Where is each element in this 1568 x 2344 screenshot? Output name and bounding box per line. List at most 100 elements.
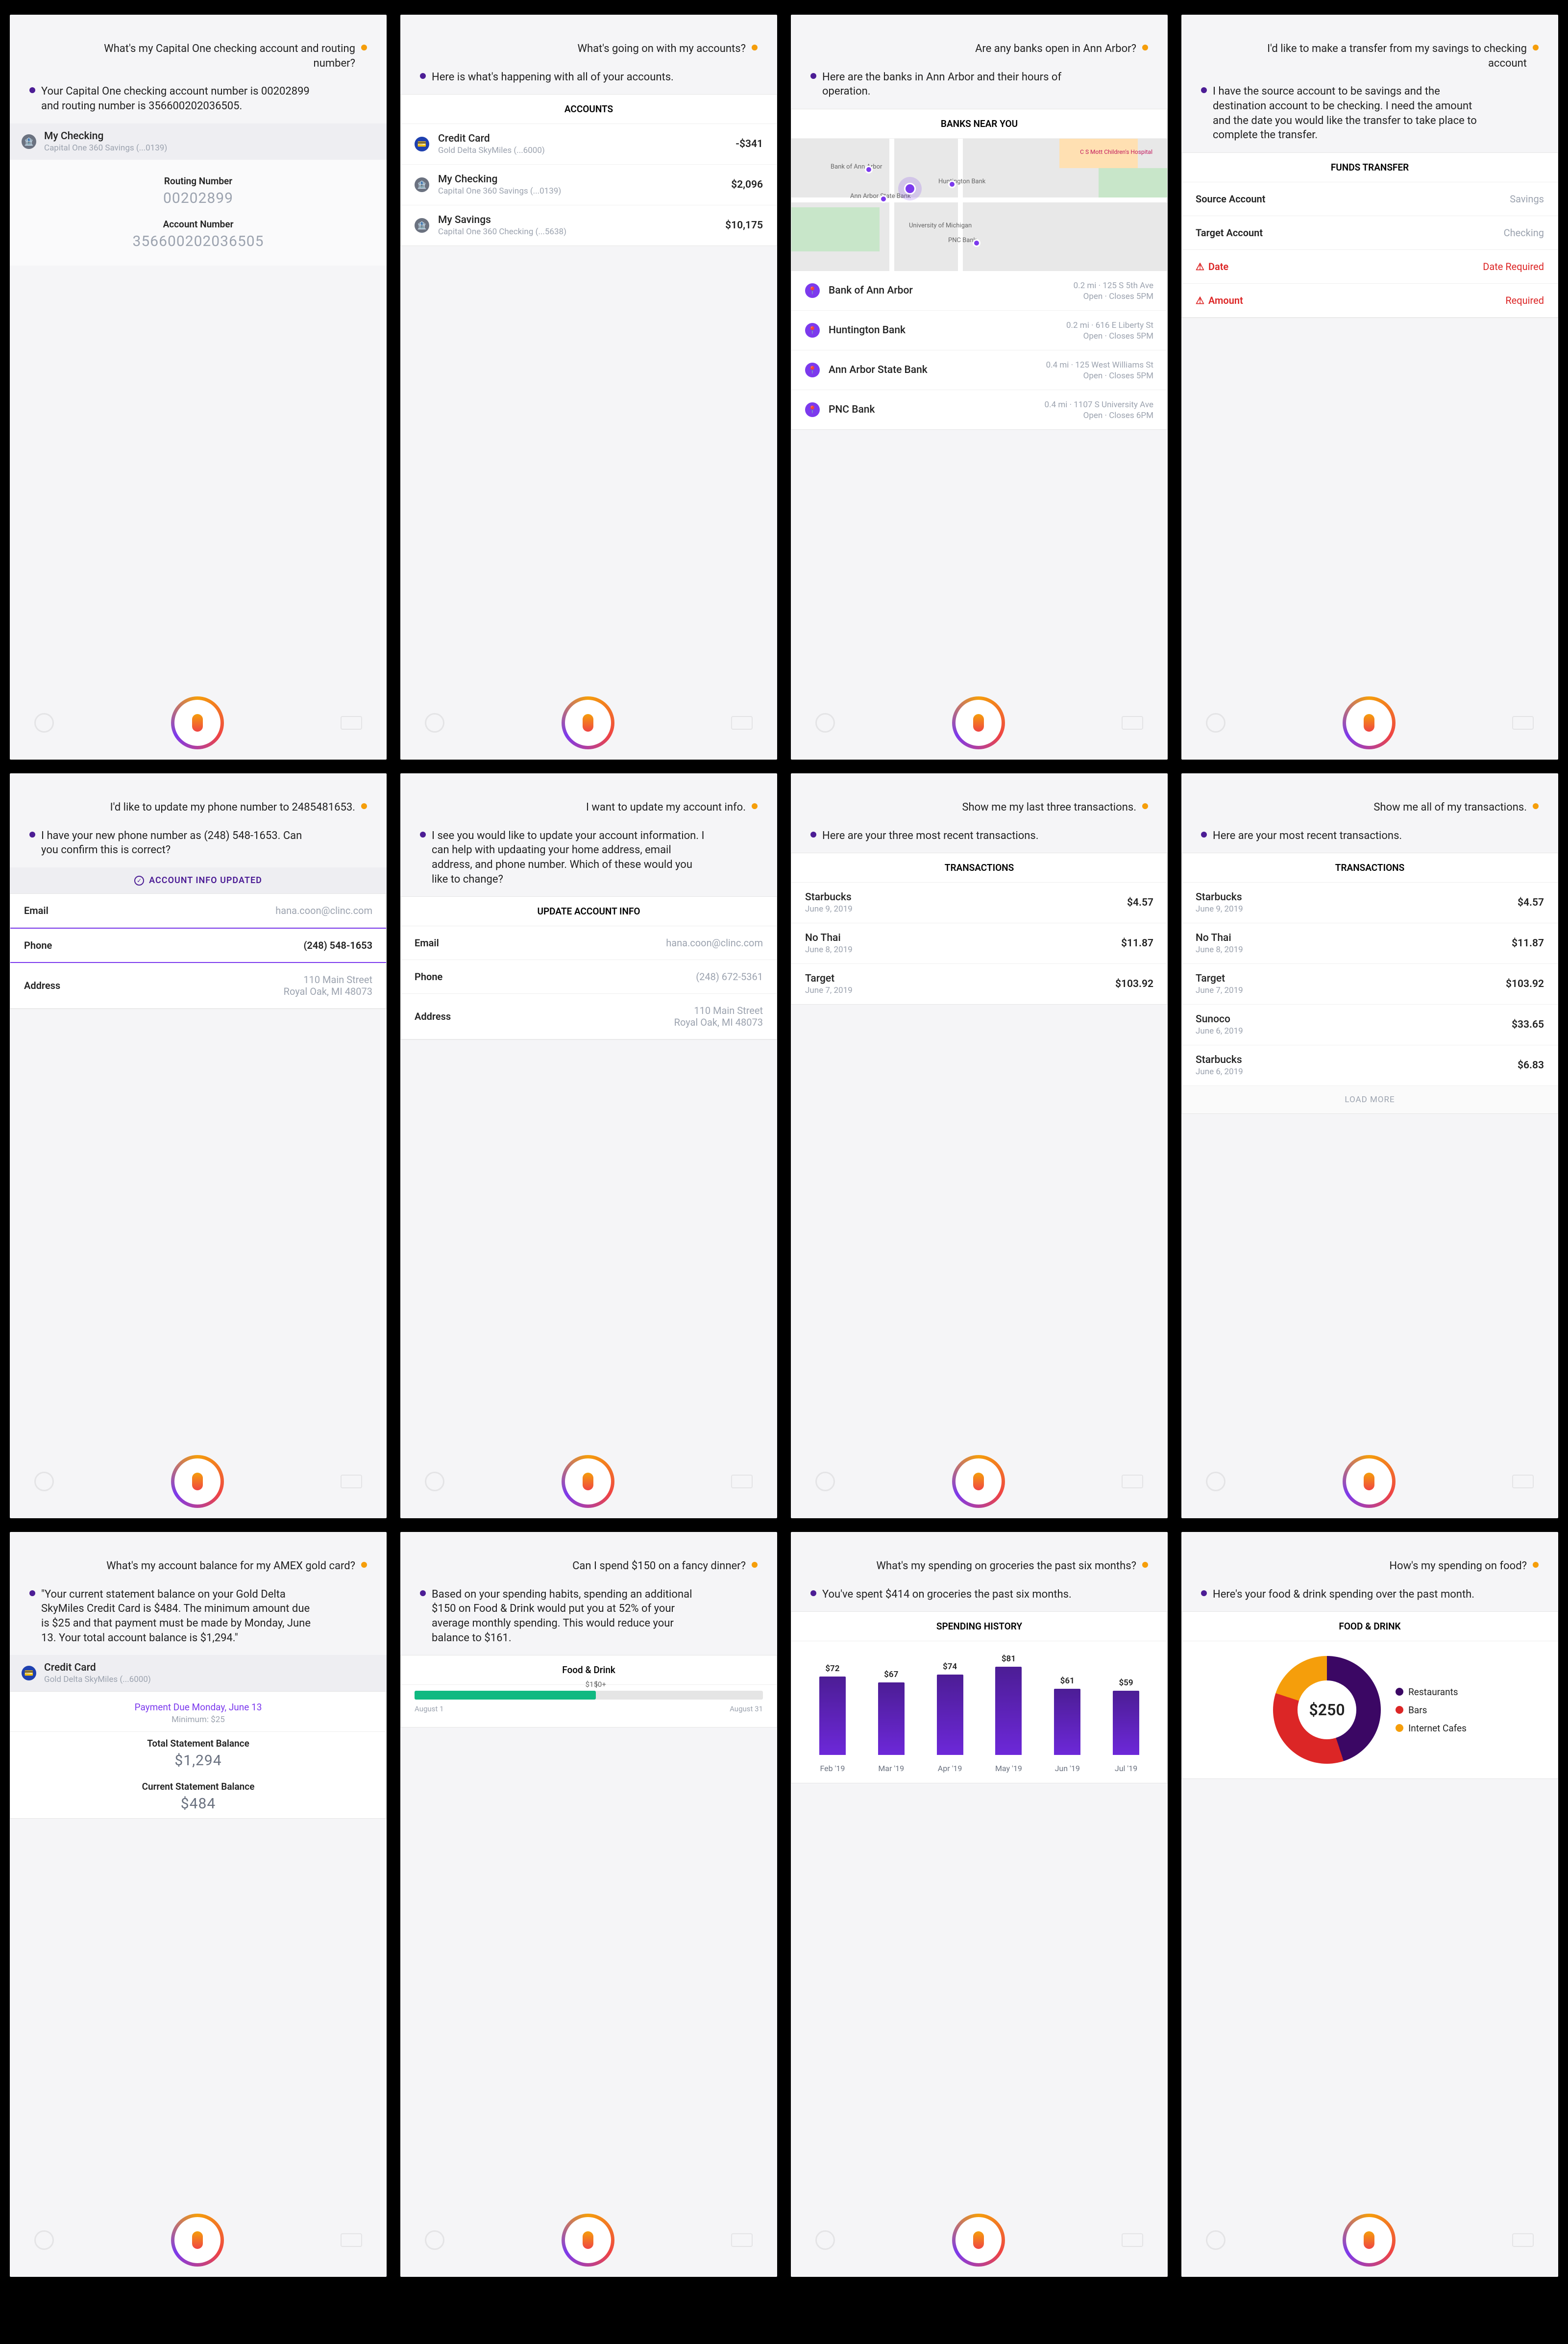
bar [995, 1667, 1022, 1755]
mic-button[interactable] [1345, 1457, 1394, 1506]
settings-icon[interactable] [34, 2230, 54, 2250]
transaction-row[interactable]: No ThaiJune 8, 2019$11.87 [791, 923, 1167, 964]
legend-item: Internet Cafes [1396, 1723, 1467, 1734]
mic-button[interactable] [1345, 2216, 1394, 2265]
user-dot-icon [752, 803, 758, 809]
transaction-row[interactable]: TargetJune 7, 2019$103.92 [791, 964, 1167, 1004]
panel-title: ACCOUNTS [401, 95, 777, 124]
settings-icon[interactable] [1206, 2230, 1225, 2250]
keyboard-icon[interactable] [1512, 1475, 1534, 1488]
keyboard-icon[interactable] [1122, 2233, 1143, 2247]
load-more-button[interactable]: LOAD MORE [1182, 1086, 1558, 1113]
settings-icon[interactable] [34, 713, 54, 733]
settings-icon[interactable] [1206, 713, 1225, 733]
map-pin-current-icon[interactable] [904, 183, 916, 195]
bank-icon: 🏦 [415, 218, 429, 233]
email-field[interactable]: Emailhana.coon@clinc.com [10, 894, 386, 928]
mic-button[interactable] [954, 1457, 1003, 1506]
mic-button[interactable] [564, 2216, 612, 2265]
status-badge: ✓ ACCOUNT INFO UPDATED [10, 867, 387, 893]
mic-button[interactable] [173, 1457, 222, 1506]
user-dot-icon [752, 1562, 758, 1568]
account-row[interactable]: 🏦My CheckingCapital One 360 Savings (...… [401, 165, 777, 205]
transaction-row[interactable]: No ThaiJune 8, 2019$11.87 [1182, 923, 1558, 964]
settings-icon[interactable] [425, 1472, 444, 1491]
map-pin-icon[interactable] [880, 195, 887, 203]
user-dot-icon [752, 45, 758, 50]
screen-funds-transfer: I'd like to make a transfer from my savi… [1181, 15, 1558, 760]
keyboard-icon[interactable] [1122, 716, 1143, 730]
bar [1054, 1689, 1080, 1755]
bot-dot-icon [810, 1590, 816, 1596]
bar [1113, 1691, 1139, 1755]
keyboard-icon[interactable] [341, 716, 362, 730]
credit-card-header[interactable]: 💳 Credit CardGold Delta SkyMiles (...600… [10, 1655, 387, 1691]
account-card[interactable]: 🏦 My Checking Capital One 360 Savings (.… [10, 123, 387, 160]
bot-dot-icon [1201, 832, 1207, 838]
progress-fill [415, 1691, 596, 1700]
mic-button[interactable] [564, 698, 612, 747]
mic-button[interactable] [173, 2216, 222, 2265]
routing-value: 00202899 [10, 190, 387, 207]
settings-icon[interactable] [425, 2230, 444, 2250]
keyboard-icon[interactable] [341, 1475, 362, 1488]
address-field[interactable]: Address110 Main StreetRoyal Oak, MI 4807… [10, 963, 386, 1009]
mic-button[interactable] [564, 1457, 612, 1506]
bank-row[interactable]: 📍Bank of Ann Arbor 0.2 mi · 125 S 5th Av… [791, 271, 1167, 311]
phone-field[interactable]: Phone(248) 672-5361 [401, 960, 777, 994]
mic-button[interactable] [1345, 698, 1394, 747]
keyboard-icon[interactable] [731, 1475, 753, 1488]
keyboard-icon[interactable] [731, 716, 753, 730]
keyboard-icon[interactable] [731, 2233, 753, 2247]
email-field[interactable]: Emailhana.coon@clinc.com [401, 926, 777, 960]
warning-icon: ⚠ [1196, 261, 1204, 272]
bank-row[interactable]: 📍Huntington Bank 0.2 mi · 616 E Liberty … [791, 311, 1167, 350]
settings-icon[interactable] [1206, 1472, 1225, 1491]
settings-icon[interactable] [815, 1472, 835, 1491]
screen-routing-number: What's my Capital One checking account a… [10, 15, 387, 760]
keyboard-icon[interactable] [1122, 1475, 1143, 1488]
pin-icon: 📍 [805, 283, 820, 298]
account-row[interactable]: 🏦My SavingsCapital One 360 Checking (...… [401, 205, 777, 246]
bot-dot-icon [810, 73, 816, 79]
keyboard-icon[interactable] [341, 2233, 362, 2247]
bot-dot-icon [29, 87, 35, 93]
mic-button[interactable] [954, 698, 1003, 747]
address-field[interactable]: Address110 Main StreetRoyal Oak, MI 4807… [401, 994, 777, 1039]
user-dot-icon [1142, 803, 1148, 809]
transaction-row[interactable]: StarbucksJune 6, 2019$6.83 [1182, 1045, 1558, 1086]
transaction-row[interactable]: StarbucksJune 9, 2019$4.57 [791, 883, 1167, 923]
account-number-value: 356600202036505 [10, 233, 387, 250]
transaction-row[interactable]: TargetJune 7, 2019$103.92 [1182, 964, 1558, 1005]
settings-icon[interactable] [815, 2230, 835, 2250]
map-pin-icon[interactable] [948, 180, 956, 188]
settings-icon[interactable] [815, 713, 835, 733]
legend-dot-icon [1396, 1706, 1403, 1714]
transaction-row[interactable]: SunocoJune 6, 2019$33.65 [1182, 1005, 1558, 1045]
minimum-note: Minimum: $25 [10, 1715, 386, 1731]
map-view[interactable]: Bank of Ann Arbor Ann Arbor State Bank H… [791, 139, 1167, 271]
mic-button[interactable] [173, 698, 222, 747]
phone-field-highlighted[interactable]: Phone(248) 548-1653 [10, 928, 386, 963]
bar [819, 1677, 846, 1755]
user-message: What's my Capital One checking account a… [29, 42, 367, 71]
settings-icon[interactable] [34, 1472, 54, 1491]
keyboard-icon[interactable] [1512, 2233, 1534, 2247]
amount-field[interactable]: ⚠AmountRequired [1182, 284, 1558, 318]
target-account-field[interactable]: Target AccountChecking [1182, 216, 1558, 250]
bot-dot-icon [1201, 1590, 1207, 1596]
bank-row[interactable]: 📍PNC Bank 0.4 mi · 1107 S University Ave… [791, 390, 1167, 429]
map-pin-icon[interactable] [865, 166, 873, 173]
source-account-field[interactable]: Source AccountSavings [1182, 182, 1558, 216]
settings-icon[interactable] [425, 713, 444, 733]
transaction-row[interactable]: StarbucksJune 9, 2019$4.57 [1182, 883, 1558, 923]
account-row[interactable]: 💳Credit CardGold Delta SkyMiles (...6000… [401, 124, 777, 165]
keyboard-icon[interactable] [1512, 716, 1534, 730]
mic-button[interactable] [954, 2216, 1003, 2265]
screen-accounts-overview: What's going on with my accounts? Here i… [400, 15, 777, 760]
bot-dot-icon [29, 1590, 35, 1596]
bank-row[interactable]: 📍Ann Arbor State Bank 0.4 mi · 125 West … [791, 350, 1167, 390]
card-icon: 💳 [22, 1666, 36, 1680]
map-pin-icon[interactable] [973, 239, 980, 247]
date-field[interactable]: ⚠DateDate Required [1182, 250, 1558, 284]
